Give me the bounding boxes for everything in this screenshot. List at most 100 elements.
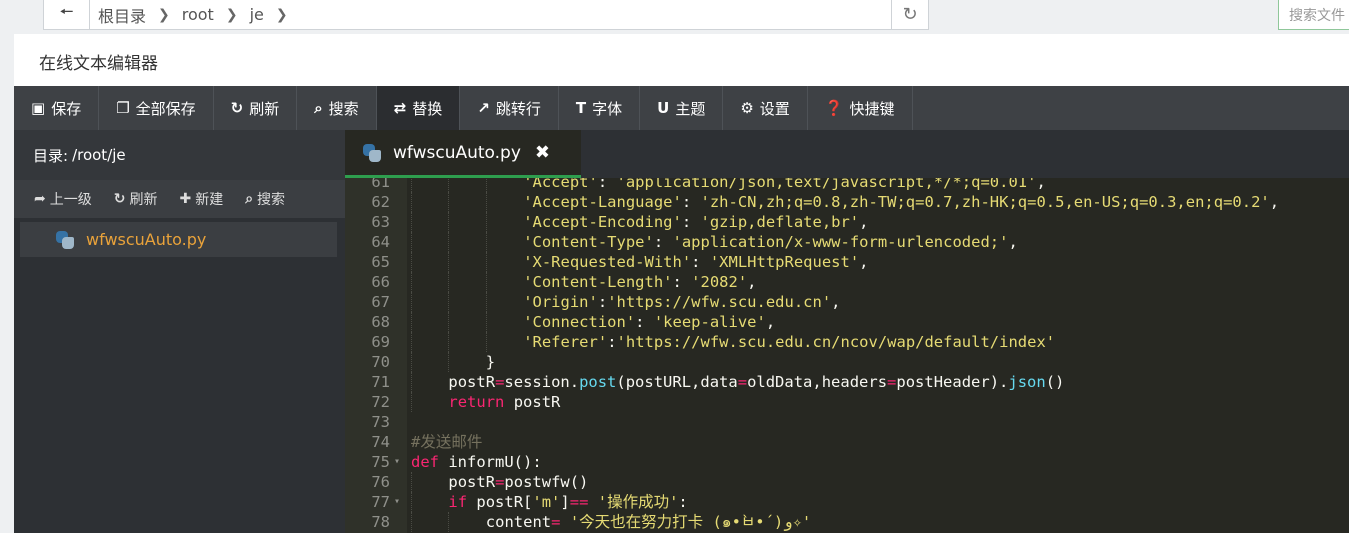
code-line[interactable]: 68 'Connection': 'keep-alive', [345, 312, 1349, 332]
code-token: '操作成功' [597, 493, 679, 511]
code-line[interactable]: 61 'Accept': 'application/json,text/javas… [345, 178, 1349, 192]
line-number: 73 [371, 413, 390, 431]
code-line[interactable]: 78 content= '今天也在努力打卡 (๑•̀ㅂ•́)و✧' [345, 512, 1349, 532]
code-line[interactable]: 74 #发送邮件 [345, 432, 1349, 452]
code-line[interactable]: 69 'Referer':'https://wfw.scu.edu.cn/ncov… [345, 332, 1349, 352]
code-text: 'Referer':'https://wfw.scu.edu.cn/ncov/w… [523, 332, 1055, 352]
code-token: , [859, 213, 869, 231]
crumb-root-dir[interactable]: 根目录 [98, 3, 146, 27]
sidebar-search-button[interactable]: ⌕ 搜索 [245, 189, 285, 209]
indent-guide [485, 252, 487, 272]
crumb-root[interactable]: root [182, 5, 214, 24]
path-bar: 🠔 根目录 ❯ root ❯ je ❯ ↻ [43, 0, 929, 30]
indent-guide [485, 292, 487, 312]
code-text: 'Content-Length': '2082', [523, 272, 756, 292]
file-name: wfwscuAuto.py [86, 230, 207, 249]
line-number: 71 [371, 373, 390, 391]
code-line[interactable]: 64 'Content-Type': 'application/x-www-for… [345, 232, 1349, 252]
reload-icon: ↻ [902, 4, 918, 25]
new-file-button[interactable]: ✚ 新建 [179, 189, 223, 209]
line-number: 64 [371, 233, 390, 251]
code-token: : [691, 253, 710, 271]
tab-wfwscuauto[interactable]: wfwscuAuto.py ✖ [345, 130, 581, 178]
sidebar-actions: ➦ 上一级 ↻ 刷新 ✚ 新建 ⌕ 搜索 [14, 180, 345, 218]
code-token: 'Accept-Language' [523, 193, 682, 211]
indent-guide [448, 232, 450, 252]
code-line[interactable]: 77 ▾ if postR['m']== '操作成功': [345, 492, 1349, 512]
plus-icon: ✚ [179, 191, 192, 207]
code-token: : [678, 493, 688, 511]
code-line[interactable]: 75 ▾ def informU(): [345, 452, 1349, 472]
code-text: 'Accept-Language': 'zh-CN,zh;q=0.8,zh-TW… [523, 192, 1279, 212]
back-button[interactable]: 🠔 [44, 0, 90, 29]
code-token: #发送邮件 [411, 433, 483, 451]
goto-line-button[interactable]: ↗ 跳转行 [460, 86, 559, 130]
tab-label: wfwscuAuto.py [393, 142, 521, 163]
parent-dir-button[interactable]: ➦ 上一级 [34, 189, 92, 209]
indent-guide [448, 512, 450, 532]
code-line[interactable]: 65 'X-Requested-With': 'XMLHttpRequest', [345, 252, 1349, 272]
save-all-button[interactable]: ❐ 全部保存 [99, 86, 214, 130]
code-line[interactable]: 76 postR=postwfw() [345, 472, 1349, 492]
code-text: postR=session.post(postURL,data=oldData,… [448, 372, 1064, 392]
code-line[interactable]: 66 'Content-Length': '2082', [345, 272, 1349, 292]
indent-guide [448, 192, 450, 212]
code-token: session. [504, 373, 580, 391]
address-bar: 🠔 根目录 ❯ root ❯ je ❯ ↻ 搜索文件 [0, 0, 1349, 32]
breadcrumb: 根目录 ❯ root ❯ je ❯ [90, 0, 891, 29]
indent-guide [411, 192, 412, 212]
fold-arrow-icon[interactable]: ▾ [394, 492, 400, 512]
indent-guide [485, 192, 487, 212]
code-token: content [485, 513, 552, 531]
crumb-je[interactable]: je [250, 5, 264, 24]
indent-guide [411, 512, 412, 532]
code-token: 'm' [532, 493, 561, 511]
font-button[interactable]: T 字体 [559, 86, 641, 130]
code-line[interactable]: 70} [345, 352, 1349, 372]
shortcuts-button[interactable]: ❓ 快捷键 [808, 86, 913, 130]
indent-guide [448, 332, 450, 352]
code-lines[interactable]: 61 'Accept': 'application/json,text/javas… [345, 178, 1349, 532]
chevron-right-icon: ❯ [275, 6, 288, 23]
close-icon[interactable]: ✖ [535, 142, 550, 163]
code-editor[interactable]: 61 'Accept': 'application/json,text/javas… [345, 178, 1349, 533]
indent-guide [411, 332, 412, 352]
indent-guide [411, 472, 412, 492]
code-text: 'Origin':'https://wfw.scu.edu.cn', [523, 292, 840, 312]
file-item[interactable]: wfwscuAuto.py [20, 222, 337, 257]
chevron-right-icon: ❯ [158, 6, 170, 23]
code-line[interactable]: 71 postR=session.post(postURL,data=oldDat… [345, 372, 1349, 392]
code-token: postR [504, 393, 561, 411]
code-text: 'X-Requested-With': 'XMLHttpRequest', [523, 252, 868, 272]
code-token: , [1269, 193, 1280, 211]
search-button[interactable]: ⌕ 搜索 [297, 86, 377, 130]
code-token: : [635, 313, 654, 331]
refresh-button[interactable]: ↻ 刷新 [214, 86, 298, 130]
python-icon [363, 143, 381, 162]
code-line[interactable]: 67 'Origin':'https://wfw.scu.edu.cn', [345, 292, 1349, 312]
save-button[interactable]: ▣ 保存 [14, 86, 100, 130]
code-token: : [653, 233, 673, 251]
reload-button[interactable]: ↻ [891, 0, 928, 29]
line-number: 63 [371, 213, 390, 231]
code-line[interactable]: 73 [345, 412, 1349, 432]
code-token: 'keep-alive' [653, 313, 766, 331]
code-line[interactable]: 62 'Accept-Language': 'zh-CN,zh;q=0.8,zh-… [345, 192, 1349, 212]
file-search-input[interactable]: 搜索文件 [1278, 0, 1349, 30]
line-number: 75 [371, 453, 390, 471]
indent-guide [448, 352, 450, 372]
code-line[interactable]: 63 'Accept-Encoding': 'gzip,deflate,br', [345, 212, 1349, 232]
replace-button[interactable]: ⇄ 替换 [376, 86, 461, 130]
code-token: post [579, 373, 617, 391]
fold-arrow-icon[interactable]: ▾ [394, 452, 400, 472]
settings-button[interactable]: ⚙ 设置 [723, 86, 808, 130]
indent-guide [411, 178, 412, 192]
dir-path: /root/je [72, 146, 126, 164]
replace-icon: ⇄ [393, 99, 407, 117]
theme-button[interactable]: U 主题 [640, 86, 724, 130]
indent-guide [411, 392, 412, 412]
code-text: 'Content-Type': 'application/x-www-form-… [523, 232, 1018, 252]
sidebar-refresh-button[interactable]: ↻ 刷新 [114, 189, 158, 209]
code-line[interactable]: 72 return postR [345, 392, 1349, 412]
